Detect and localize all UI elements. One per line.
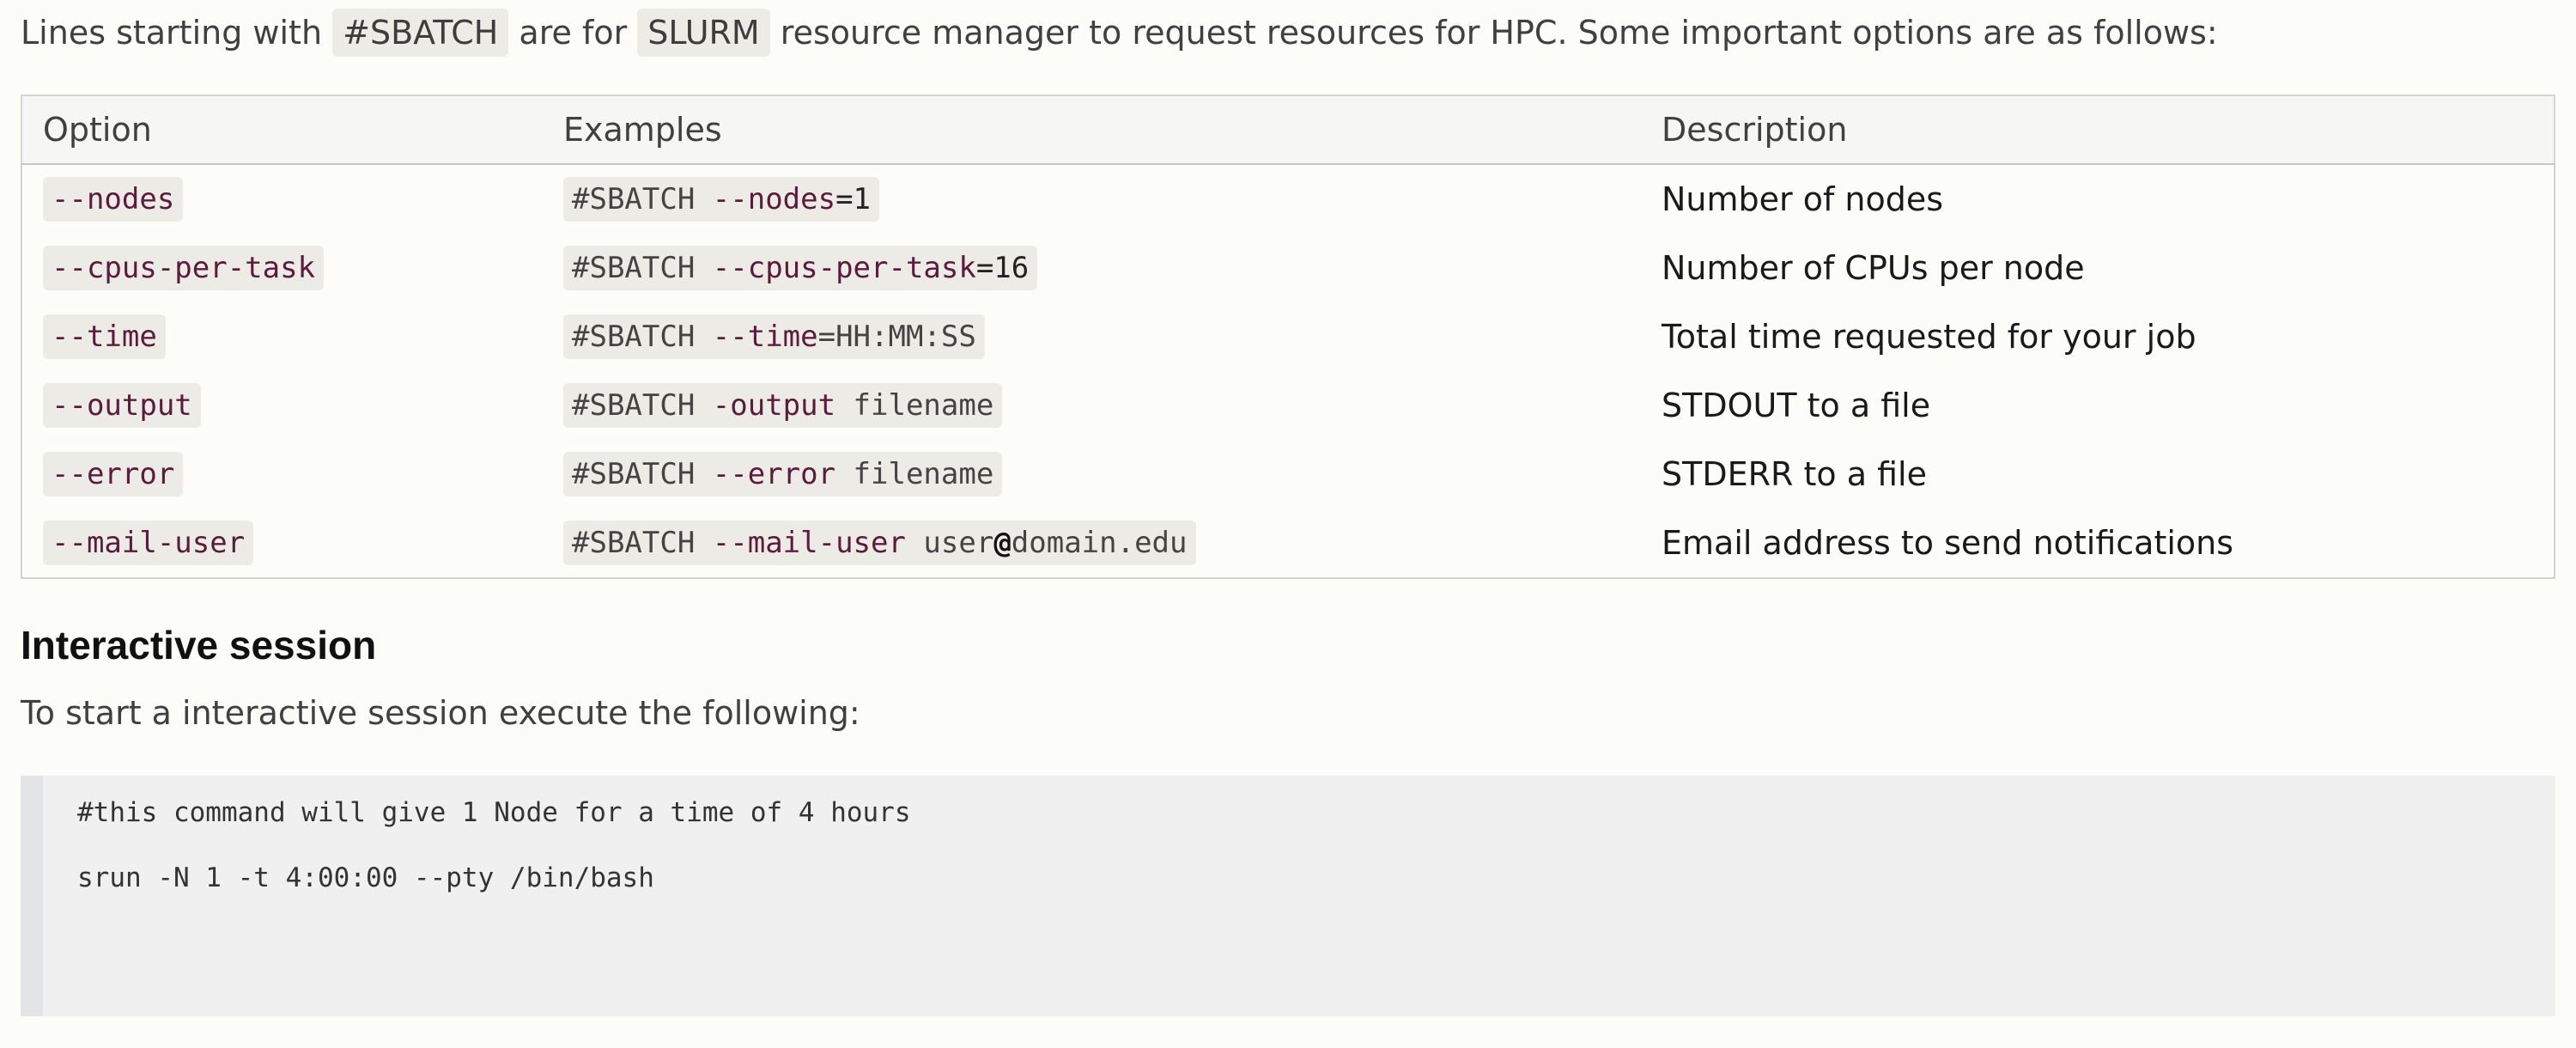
- option-cell: --nodes: [21, 164, 543, 234]
- section-lead-paragraph: To start a interactive session execute t…: [21, 694, 860, 732]
- table-row: --time #SBATCH --time=HH:MM:SS Total tim…: [21, 302, 2555, 371]
- example-code: #SBATCH -output filename: [563, 383, 1003, 428]
- description-cell: Total time requested for your job: [1662, 318, 2196, 356]
- table-row: --cpus-per-task #SBATCH --cpus-per-task=…: [21, 234, 2555, 302]
- example-code: #SBATCH --cpus-per-task=16: [563, 246, 1038, 290]
- code-block[interactable]: #this command will give 1 Node for a tim…: [21, 776, 2555, 1016]
- option-cell: --cpus-per-task: [21, 234, 543, 302]
- option-code: --output: [43, 383, 201, 428]
- intro-middle: are for: [519, 14, 628, 52]
- table-row: --output #SBATCH -output filename STDOUT…: [21, 371, 2555, 440]
- header-option: Option: [43, 111, 152, 149]
- intro-suffix: resource manager to request resources fo…: [780, 14, 2218, 52]
- slurm-code-chip: SLURM: [637, 9, 770, 57]
- example-cell: #SBATCH --nodes=1: [543, 164, 1641, 234]
- table-row: --nodes #SBATCH --nodes=1 Number of node…: [21, 164, 2555, 234]
- option-code: --nodes: [43, 177, 184, 222]
- table-header-row: Option Examples Description: [21, 95, 2555, 164]
- example-cell: #SBATCH -output filename: [543, 371, 1641, 440]
- sbatch-options-table: Option Examples Description --nodes #SBA…: [21, 94, 2555, 579]
- sbatch-code-chip: #SBATCH: [332, 9, 509, 57]
- section-heading-interactive-session: Interactive session: [21, 623, 377, 667]
- option-cell: --time: [21, 302, 543, 371]
- intro-prefix: Lines starting with: [21, 14, 323, 52]
- example-cell: #SBATCH --error filename: [543, 440, 1641, 509]
- description-cell: STDOUT to a file: [1662, 387, 1931, 424]
- example-cell: #SBATCH --mail-user user@domain.edu: [543, 509, 1641, 578]
- header-description: Description: [1662, 111, 1848, 149]
- example-code: #SBATCH --nodes=1: [563, 177, 880, 222]
- description-cell: Email address to send notifications: [1662, 524, 2234, 562]
- description-cell: STDERR to a file: [1662, 455, 1927, 493]
- example-code: #SBATCH --error filename: [563, 452, 1003, 497]
- page: Lines starting with #SBATCH are for SLUR…: [0, 0, 2576, 1048]
- table-row: --mail-user #SBATCH --mail-user user@dom…: [21, 509, 2555, 578]
- option-cell: --mail-user: [21, 509, 543, 578]
- option-code: --error: [43, 452, 184, 497]
- intro-paragraph: Lines starting with #SBATCH are for SLUR…: [21, 7, 2218, 58]
- description-cell: Number of CPUs per node: [1662, 249, 2085, 287]
- code-comment-line: #this command will give 1 Node for a tim…: [77, 797, 911, 828]
- example-code: #SBATCH --mail-user user@domain.edu: [563, 521, 1196, 565]
- option-cell: --error: [21, 440, 543, 509]
- example-code: #SBATCH --time=HH:MM:SS: [563, 314, 985, 359]
- code-command-line: srun -N 1 -t 4:00:00 --pty /bin/bash: [77, 862, 654, 893]
- description-cell: Number of nodes: [1662, 180, 1944, 218]
- option-code: --cpus-per-task: [43, 246, 325, 290]
- example-cell: #SBATCH --time=HH:MM:SS: [543, 302, 1641, 371]
- option-cell: --output: [21, 371, 543, 440]
- header-examples: Examples: [563, 111, 722, 149]
- example-cell: #SBATCH --cpus-per-task=16: [543, 234, 1641, 302]
- table-row: --error #SBATCH --error filename STDERR …: [21, 440, 2555, 509]
- option-code: --time: [43, 314, 166, 359]
- option-code: --mail-user: [43, 521, 254, 565]
